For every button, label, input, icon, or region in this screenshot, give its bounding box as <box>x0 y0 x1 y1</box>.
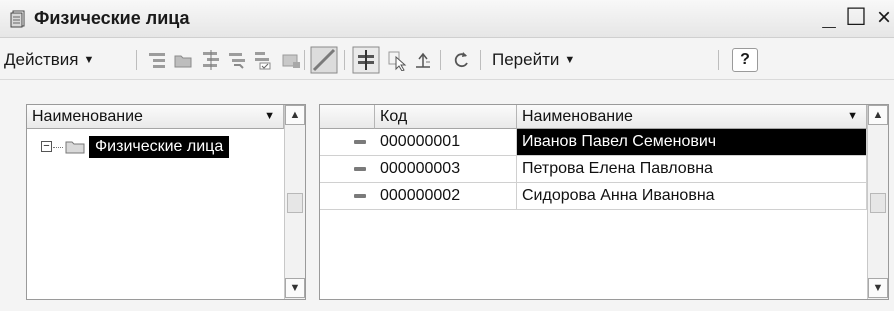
close-button[interactable]: × <box>871 5 894 31</box>
cell-name: Петрова Елена Павловна <box>517 156 867 182</box>
hierarchy-icon[interactable] <box>146 49 168 71</box>
table-scrollbar[interactable]: ▲ ▼ <box>867 105 888 299</box>
group-tree-panel: Наименование ▼ − Физические лица ▲ ▼ <box>26 104 306 300</box>
toolbar-separator <box>344 50 345 70</box>
catalog-window: Физические лица _ ☐ × Действия ▼ Перейти… <box>0 0 894 311</box>
actions-menu-button[interactable]: Действия ▼ <box>4 48 94 72</box>
window-title: Физические лица <box>34 8 190 28</box>
scroll-thumb[interactable] <box>870 193 886 213</box>
table-header-code[interactable]: Код <box>375 105 517 129</box>
table-row[interactable]: 000000003 Петрова Елена Павловна <box>320 156 867 183</box>
refresh-icon[interactable] <box>450 49 472 71</box>
table-row[interactable]: 000000002 Сидорова Анна Ивановна <box>320 183 867 210</box>
table-header-name[interactable]: Наименование ▼ <box>517 105 867 129</box>
toolbar-separator <box>718 50 719 70</box>
item-icon <box>354 194 366 198</box>
table-header-icon-col <box>320 105 375 129</box>
items-table-panel: Код Наименование ▼ 000000001 Иванов Паве… <box>319 104 889 300</box>
edit-tree-icon[interactable] <box>252 49 274 71</box>
toolbar: Действия ▼ Перейти ▼ ? <box>0 40 894 80</box>
chevron-down-icon: ▼ <box>847 110 858 122</box>
disabled-icon[interactable] <box>280 49 302 71</box>
cell-name: Иванов Павел Семенович <box>517 129 867 155</box>
list-mode-icon[interactable] <box>310 46 338 74</box>
actions-menu-label: Действия <box>4 50 79 69</box>
item-icon <box>354 167 366 171</box>
tree-column-header[interactable]: Наименование ▼ <box>27 105 284 129</box>
tree-scrollbar[interactable]: ▲ ▼ <box>284 105 305 299</box>
cell-name: Сидорова Анна Ивановна <box>517 183 867 209</box>
goto-menu-label: Перейти <box>492 50 560 69</box>
catalog-icon <box>10 10 25 28</box>
table-header-name-label: Наименование <box>522 108 633 125</box>
toolbar-separator <box>136 50 137 70</box>
tree-header-label: Наименование <box>32 108 143 125</box>
title-bar: Физические лица _ ☐ × <box>0 0 894 38</box>
tree-expand-icon[interactable] <box>200 49 222 71</box>
cell-code: 000000001 <box>375 129 517 155</box>
scroll-up-icon[interactable]: ▲ <box>868 105 888 125</box>
folder-icon[interactable] <box>172 49 194 71</box>
table-row[interactable]: 000000001 Иванов Павел Семенович <box>320 129 867 156</box>
go-up-icon[interactable] <box>412 49 434 71</box>
tree-item-label: Физические лица <box>89 136 230 158</box>
minimize-button[interactable]: _ <box>816 5 842 31</box>
scroll-down-icon[interactable]: ▼ <box>868 278 888 298</box>
item-icon <box>354 140 366 144</box>
toolbar-separator <box>304 50 305 70</box>
toolbar-separator <box>480 50 481 70</box>
scroll-down-icon[interactable]: ▼ <box>285 278 305 298</box>
folder-icon <box>65 141 85 154</box>
select-icon[interactable] <box>386 49 408 71</box>
cell-code: 000000003 <box>375 156 517 182</box>
chevron-down-icon: ▼ <box>83 54 95 66</box>
chevron-down-icon: ▼ <box>564 54 576 66</box>
chevron-down-icon: ▼ <box>264 110 275 122</box>
tree-mode-icon[interactable] <box>352 46 380 74</box>
tree-level-icon[interactable] <box>226 49 248 71</box>
goto-menu-button[interactable]: Перейти ▼ <box>492 48 575 72</box>
cell-code: 000000002 <box>375 183 517 209</box>
toolbar-separator <box>440 50 441 70</box>
tree-connector <box>53 147 63 148</box>
help-button[interactable]: ? <box>732 48 758 72</box>
scroll-thumb[interactable] <box>287 193 303 213</box>
collapse-icon[interactable]: − <box>41 141 52 152</box>
maximize-button[interactable]: ☐ <box>843 5 869 31</box>
scroll-up-icon[interactable]: ▲ <box>285 105 305 125</box>
